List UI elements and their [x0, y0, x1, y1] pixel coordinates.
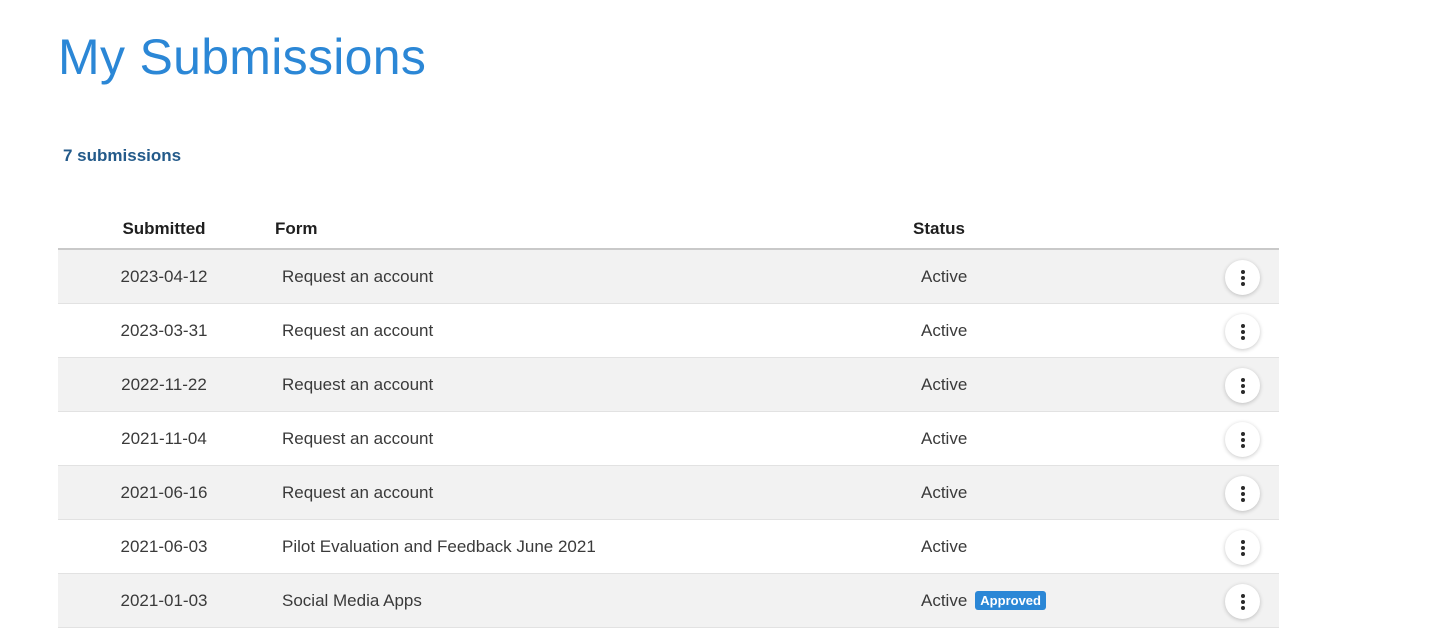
row-actions-button[interactable]: [1225, 584, 1260, 619]
more-vertical-icon: [1240, 485, 1245, 502]
row-actions-button[interactable]: [1225, 476, 1260, 511]
form-name: Request an account: [282, 429, 434, 448]
submitted-date: 2021-06-03: [120, 537, 208, 556]
table-row[interactable]: 2023-03-31 Request an account Active: [58, 304, 1279, 358]
row-actions-button[interactable]: [1225, 422, 1260, 457]
submitted-date: 2023-04-12: [120, 267, 208, 286]
status-text: Active: [921, 267, 968, 286]
submitted-date: 2021-01-03: [120, 591, 208, 610]
table-row[interactable]: 2021-11-04 Request an account Active: [58, 412, 1279, 466]
more-vertical-icon: [1240, 269, 1245, 286]
form-name: Social Media Apps: [282, 591, 422, 610]
status-cell: Active: [921, 520, 967, 573]
status-text: Active: [921, 429, 968, 448]
status-cell: Active Approved: [921, 574, 1046, 627]
submitted-date: 2023-03-31: [120, 321, 208, 340]
more-vertical-icon: [1240, 377, 1245, 394]
status-cell: Active: [921, 466, 967, 519]
row-actions-button[interactable]: [1225, 260, 1260, 295]
submitted-date: 2021-11-04: [121, 429, 207, 448]
table-row[interactable]: 2022-11-22 Request an account Active: [58, 358, 1279, 412]
status-cell: Active: [921, 304, 967, 357]
form-name: Request an account: [282, 375, 434, 394]
row-actions-button[interactable]: [1225, 530, 1260, 565]
column-header-form[interactable]: Form: [275, 218, 318, 240]
table-row[interactable]: 2021-06-16 Request an account Active: [58, 466, 1279, 520]
row-actions-button[interactable]: [1225, 368, 1260, 403]
table-row[interactable]: 2021-06-03 Pilot Evaluation and Feedback…: [58, 520, 1279, 574]
status-cell: Active: [921, 412, 967, 465]
table-header: Submitted Form Status: [58, 208, 1279, 250]
status-text: Active: [921, 483, 968, 502]
more-vertical-icon: [1240, 593, 1245, 610]
form-name: Pilot Evaluation and Feedback June 2021: [282, 537, 596, 556]
status-cell: Active: [921, 250, 967, 303]
more-vertical-icon: [1240, 539, 1245, 556]
form-name: Request an account: [282, 483, 434, 502]
row-actions-button[interactable]: [1225, 314, 1260, 349]
column-header-status[interactable]: Status: [913, 218, 965, 240]
more-vertical-icon: [1240, 323, 1245, 340]
column-header-submitted[interactable]: Submitted: [58, 218, 270, 240]
status-cell: Active: [921, 358, 967, 411]
submission-count: 7 submissions: [63, 146, 182, 165]
table-row[interactable]: 2023-04-12 Request an account Active: [58, 250, 1279, 304]
status-badge: Approved: [975, 591, 1046, 610]
form-name: Request an account: [282, 267, 434, 286]
form-name: Request an account: [282, 321, 434, 340]
submitted-date: 2021-06-16: [120, 483, 208, 502]
status-text: Active: [921, 537, 968, 556]
page-title: My Submissions: [58, 29, 427, 85]
more-vertical-icon: [1240, 431, 1245, 448]
submissions-table: Submitted Form Status 2023-04-12 Request…: [58, 208, 1279, 628]
submitted-date: 2022-11-22: [121, 375, 207, 394]
table-row[interactable]: 2021-01-03 Social Media Apps Active Appro…: [58, 574, 1279, 628]
status-text: Active: [921, 321, 968, 340]
status-text: Active: [921, 375, 968, 394]
status-text: Active: [921, 591, 968, 610]
